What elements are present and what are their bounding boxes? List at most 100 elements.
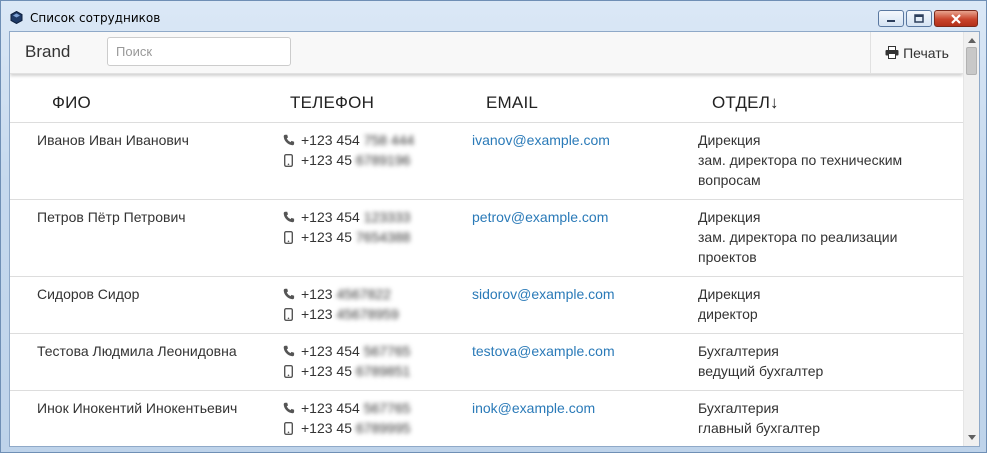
department-name: Дирекция bbox=[698, 132, 761, 148]
mobile-phone-visible: +123 45 bbox=[301, 363, 352, 379]
search-input[interactable] bbox=[107, 37, 291, 66]
phone-cell: +123 454 567765 +123 45 6789995 bbox=[282, 398, 410, 438]
mobile-phone-visible: +123 45 bbox=[301, 229, 352, 245]
job-title: ведущий бухгалтер bbox=[698, 363, 824, 379]
department-cell: Дирекция директор bbox=[698, 284, 938, 324]
navbar: Brand Печать bbox=[10, 32, 963, 74]
department-cell: Бухгалтерия главный бухгалтер bbox=[698, 398, 938, 438]
email-link[interactable]: testova@example.com bbox=[472, 341, 615, 361]
office-phone-blurred: 567765 bbox=[363, 343, 411, 359]
mobile-phone: +123 45 6789196 bbox=[282, 150, 414, 170]
phone-icon bbox=[282, 287, 295, 301]
mobile-phone-blurred: 7654388 bbox=[355, 229, 411, 245]
office-phone-blurred: 4567822 bbox=[336, 286, 391, 302]
department-name: Дирекция bbox=[698, 286, 761, 302]
table-row[interactable]: Инок Инокентий Инокентьевич +123 454 5677… bbox=[10, 390, 963, 446]
table-row[interactable]: Иванов Иван Иванович +123 454 758 444 +123… bbox=[10, 122, 963, 200]
job-title: зам. директора по техническим вопросам bbox=[698, 152, 903, 188]
mobile-phone-blurred: 6789995 bbox=[355, 420, 411, 436]
app-window: Список сотрудников Brand Печат bbox=[0, 0, 987, 453]
department-cell: Бухгалтерия ведущий бухгалтер bbox=[698, 341, 938, 381]
email-link[interactable]: sidorov@example.com bbox=[472, 284, 615, 304]
mobile-phone-icon bbox=[282, 364, 295, 378]
column-header-department[interactable]: ОТДЕЛ↓ bbox=[712, 93, 779, 113]
scroll-up-icon[interactable] bbox=[968, 38, 976, 43]
office-phone: +123 454 123333 bbox=[282, 207, 410, 227]
mobile-phone: +123 45 6789851 bbox=[282, 361, 410, 381]
phone-icon bbox=[282, 133, 295, 147]
phone-icon bbox=[282, 210, 295, 224]
office-phone-visible: +123 454 bbox=[301, 400, 360, 416]
table-header: ФИО ТЕЛЕФОН EMAIL ОТДЕЛ↓ bbox=[10, 73, 963, 123]
office-phone: +123 454 567765 bbox=[282, 398, 410, 418]
phone-cell: +123 454 758 444 +123 45 6789196 bbox=[282, 130, 414, 170]
mobile-phone: +123 45 7654388 bbox=[282, 227, 410, 247]
office-phone: +123 454 567765 bbox=[282, 341, 410, 361]
office-phone-visible: +123 bbox=[301, 286, 333, 302]
close-button[interactable] bbox=[934, 10, 978, 27]
mobile-phone-icon bbox=[282, 307, 295, 321]
content-area: Brand Печать ФИО ТЕЛЕФОН EMAIL ОТДЕЛ↓ Ив… bbox=[9, 31, 980, 447]
minimize-button[interactable] bbox=[878, 10, 904, 27]
mobile-phone-visible: +123 45 bbox=[301, 152, 352, 168]
table-row[interactable]: Тестова Людмила Леонидовна +123 454 56776… bbox=[10, 333, 963, 391]
column-header-name[interactable]: ФИО bbox=[52, 93, 91, 113]
email-link[interactable]: inok@example.com bbox=[472, 398, 595, 418]
phone-icon bbox=[282, 344, 295, 358]
column-header-phone[interactable]: ТЕЛЕФОН bbox=[290, 93, 374, 113]
mobile-phone-icon bbox=[282, 421, 295, 435]
mobile-phone: +123 45 6789995 bbox=[282, 418, 410, 438]
job-title: главный бухгалтер bbox=[698, 420, 820, 436]
phone-cell: +123 454 123333 +123 45 7654388 bbox=[282, 207, 410, 247]
column-header-email[interactable]: EMAIL bbox=[486, 93, 538, 113]
minimize-icon bbox=[887, 19, 895, 22]
window-title: Список сотрудников bbox=[30, 11, 161, 25]
department-cell: Дирекция зам. директора по реализации про… bbox=[698, 207, 938, 267]
vertical-scrollbar[interactable] bbox=[963, 32, 979, 446]
office-phone-visible: +123 454 bbox=[301, 209, 360, 225]
job-title: директор bbox=[698, 306, 758, 322]
print-button[interactable]: Печать bbox=[870, 32, 963, 73]
brand-link[interactable]: Brand bbox=[25, 42, 70, 62]
department-name: Бухгалтерия bbox=[698, 343, 779, 359]
office-phone-blurred: 758 444 bbox=[363, 132, 415, 148]
office-phone-blurred: 123333 bbox=[363, 209, 411, 225]
office-phone-blurred: 567765 bbox=[363, 400, 411, 416]
phone-icon bbox=[282, 401, 295, 415]
employee-name: Сидоров Сидор bbox=[37, 286, 140, 302]
table-row[interactable]: Сидоров Сидор +123 4567822 +123 45678959 si… bbox=[10, 276, 963, 334]
employee-name: Тестова Людмила Леонидовна bbox=[37, 343, 237, 359]
phone-cell: +123 454 567765 +123 45 6789851 bbox=[282, 341, 410, 381]
app-icon bbox=[10, 11, 23, 24]
department-name: Бухгалтерия bbox=[698, 400, 779, 416]
job-title: зам. директора по реализации проектов bbox=[698, 229, 898, 265]
scroll-down-icon[interactable] bbox=[968, 435, 976, 440]
scrollbar-thumb[interactable] bbox=[966, 47, 977, 75]
department-name: Дирекция bbox=[698, 209, 761, 225]
mobile-phone-visible: +123 bbox=[301, 306, 333, 322]
employee-name: Петров Пётр Петрович bbox=[37, 209, 186, 225]
email-link[interactable]: ivanov@example.com bbox=[472, 130, 610, 150]
office-phone: +123 4567822 bbox=[282, 284, 399, 304]
mobile-phone-icon bbox=[282, 230, 295, 244]
office-phone-visible: +123 454 bbox=[301, 132, 360, 148]
mobile-phone-blurred: 6789851 bbox=[355, 363, 411, 379]
mobile-phone-visible: +123 45 bbox=[301, 420, 352, 436]
maximize-icon bbox=[914, 14, 924, 23]
print-label: Печать bbox=[903, 44, 949, 61]
employee-name: Иванов Иван Иванович bbox=[37, 132, 189, 148]
office-phone-visible: +123 454 bbox=[301, 343, 360, 359]
mobile-phone: +123 45678959 bbox=[282, 304, 399, 324]
office-phone: +123 454 758 444 bbox=[282, 130, 414, 150]
employee-name: Инок Инокентий Инокентьевич bbox=[37, 400, 238, 416]
mobile-phone-blurred: 6789196 bbox=[355, 152, 411, 168]
title-bar[interactable]: Список сотрудников bbox=[1, 1, 986, 30]
department-cell: Дирекция зам. директора по техническим во… bbox=[698, 130, 938, 190]
maximize-button[interactable] bbox=[906, 10, 932, 27]
close-icon bbox=[951, 13, 961, 24]
email-link[interactable]: petrov@example.com bbox=[472, 207, 608, 227]
phone-cell: +123 4567822 +123 45678959 bbox=[282, 284, 399, 324]
mobile-phone-icon bbox=[282, 153, 295, 167]
mobile-phone-blurred: 45678959 bbox=[336, 306, 399, 322]
table-row[interactable]: Петров Пётр Петрович +123 454 123333 +123 … bbox=[10, 199, 963, 277]
